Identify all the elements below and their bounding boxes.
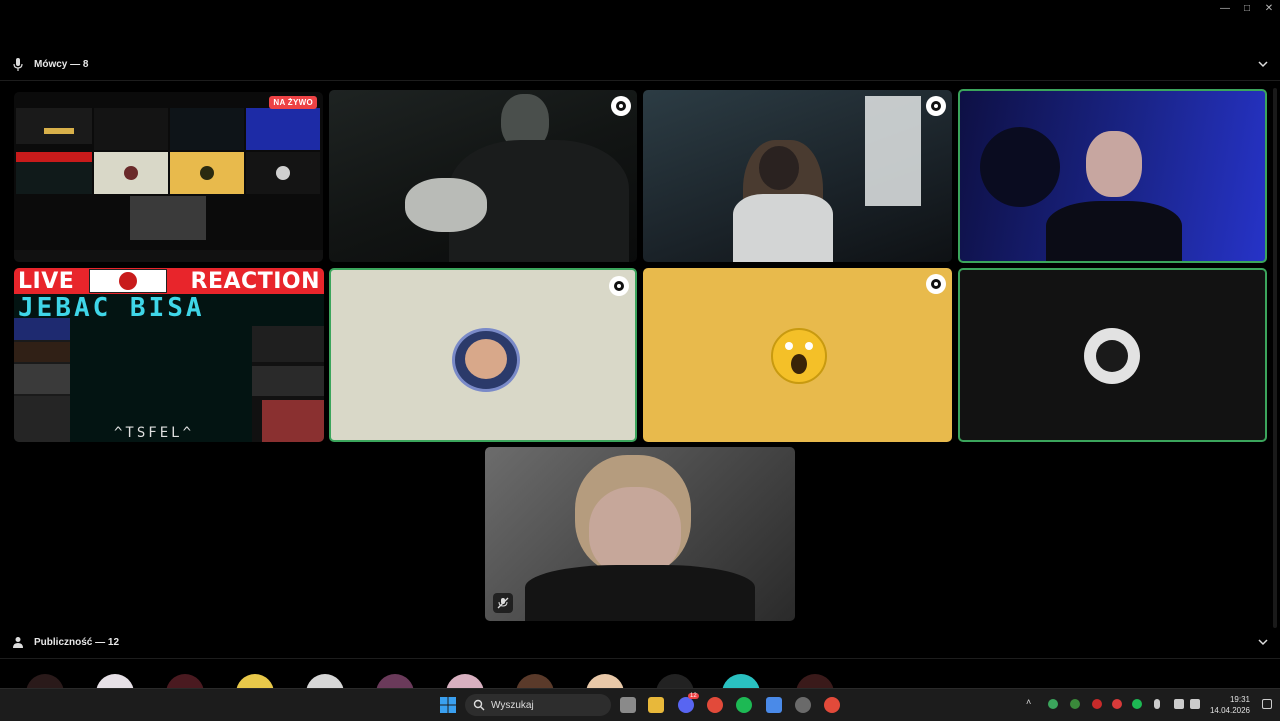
audience-icon — [12, 635, 24, 649]
stream-thumb — [16, 152, 92, 194]
avatar-tile-speaking[interactable] — [958, 268, 1267, 442]
volume-icon[interactable] — [1190, 699, 1200, 709]
discord-badge: 12 — [688, 693, 699, 699]
participant-knees — [405, 178, 487, 232]
video-tile-speaking[interactable] — [958, 89, 1267, 263]
avatar-tile-speaking[interactable] — [329, 268, 637, 442]
app-icon[interactable] — [795, 697, 811, 713]
taskbar: Wyszukaj 12 ˄ 19:31 14.04.2026 — [0, 688, 1280, 721]
bookshelf — [865, 96, 921, 206]
stream-thumb — [94, 108, 168, 150]
video-tile[interactable] — [485, 447, 795, 621]
live-badge: NA ŻYWO — [269, 96, 317, 109]
participant-avatar — [771, 328, 827, 384]
tray-icon[interactable] — [1048, 699, 1058, 709]
date: 14.04.2026 — [1209, 706, 1250, 715]
time: 19:31 — [1229, 695, 1250, 704]
file-explorer-icon[interactable] — [648, 697, 664, 713]
chrome-icon[interactable] — [707, 697, 723, 713]
stream-thumb — [170, 152, 244, 194]
stream-thumb — [246, 108, 320, 150]
microphone-icon[interactable] — [1154, 699, 1160, 709]
stream-thumb — [170, 108, 244, 150]
tray-icon[interactable] — [1092, 699, 1102, 709]
stream-logo — [89, 269, 167, 293]
participant-avatar — [1084, 328, 1140, 384]
notepad-icon[interactable] — [766, 697, 782, 713]
chevron-down-icon[interactable] — [1258, 637, 1268, 647]
stream-thumb — [94, 152, 168, 194]
participant-head — [1086, 131, 1142, 197]
video-tile[interactable] — [329, 90, 637, 262]
reaction-label: REACTION — [190, 268, 320, 294]
close-button[interactable]: ✕ — [1258, 0, 1280, 16]
spotify-icon[interactable] — [736, 697, 752, 713]
stream-controls — [14, 250, 323, 262]
scrollbar[interactable] — [1268, 80, 1280, 640]
participant-body — [1046, 201, 1182, 261]
stream-tile[interactable]: NA ŻYWO — [14, 92, 323, 262]
microphone-icon — [12, 57, 24, 71]
audience-title: Publiczność — 12 — [34, 636, 120, 648]
search-placeholder: Wyszukaj — [491, 699, 534, 711]
audience-header[interactable]: Publiczność — 12 — [0, 628, 1280, 656]
task-view-icon[interactable] — [620, 697, 636, 713]
notifications-icon[interactable] — [1262, 699, 1272, 709]
participant-body — [525, 565, 755, 621]
shield-icon — [611, 96, 631, 116]
tray-icon[interactable] — [1070, 699, 1080, 709]
stream-thumb — [16, 108, 92, 144]
microphone-object — [980, 127, 1060, 207]
divider — [0, 658, 1280, 659]
stream-thumb — [130, 196, 206, 240]
tray-icon[interactable] — [1132, 699, 1142, 709]
window-controls: — □ ✕ — [1214, 0, 1280, 16]
thumb-column-right — [252, 326, 324, 442]
participant-head — [759, 146, 799, 190]
participant-head — [589, 487, 681, 577]
video-tile[interactable] — [643, 90, 952, 262]
discord-icon[interactable] — [678, 697, 694, 713]
participant-clothes — [733, 194, 833, 262]
live-label: LIVE — [18, 268, 75, 294]
reaction-tile[interactable]: LIVE REACTION JEBAC BISA ^TSFEL^ — [14, 268, 324, 442]
stream-thumb — [246, 152, 320, 194]
search-icon — [473, 699, 485, 711]
mic-muted-icon — [493, 593, 513, 613]
clock[interactable]: 19:31 14.04.2026 — [1210, 694, 1250, 716]
divider — [0, 80, 1280, 81]
speakers-title: Mówcy — 8 — [34, 58, 89, 70]
shield-icon — [926, 274, 946, 294]
shield-icon — [609, 276, 629, 296]
tray-icon[interactable] — [1112, 699, 1122, 709]
shield-icon — [926, 96, 946, 116]
network-icon[interactable] — [1174, 699, 1184, 709]
reaction-banner: LIVE REACTION — [14, 268, 324, 294]
windows-start-icon[interactable] — [440, 697, 456, 713]
signature: ^TSFEL^ — [114, 425, 195, 441]
speakers-header[interactable]: Mówcy — 8 — [0, 50, 1280, 78]
tray-chevron-icon[interactable]: ˄ — [1026, 697, 1031, 707]
chrome-icon[interactable] — [824, 697, 840, 713]
chevron-down-icon[interactable] — [1258, 59, 1268, 69]
thumb-column-left — [14, 318, 70, 442]
stream-thumb — [44, 128, 74, 134]
maximize-button[interactable]: □ — [1236, 0, 1258, 16]
participant-avatar — [452, 328, 520, 392]
scrollbar-thumb[interactable] — [1273, 88, 1277, 628]
search-input[interactable]: Wyszukaj — [465, 694, 611, 716]
avatar-tile[interactable] — [643, 268, 952, 442]
minimize-button[interactable]: — — [1214, 0, 1236, 16]
